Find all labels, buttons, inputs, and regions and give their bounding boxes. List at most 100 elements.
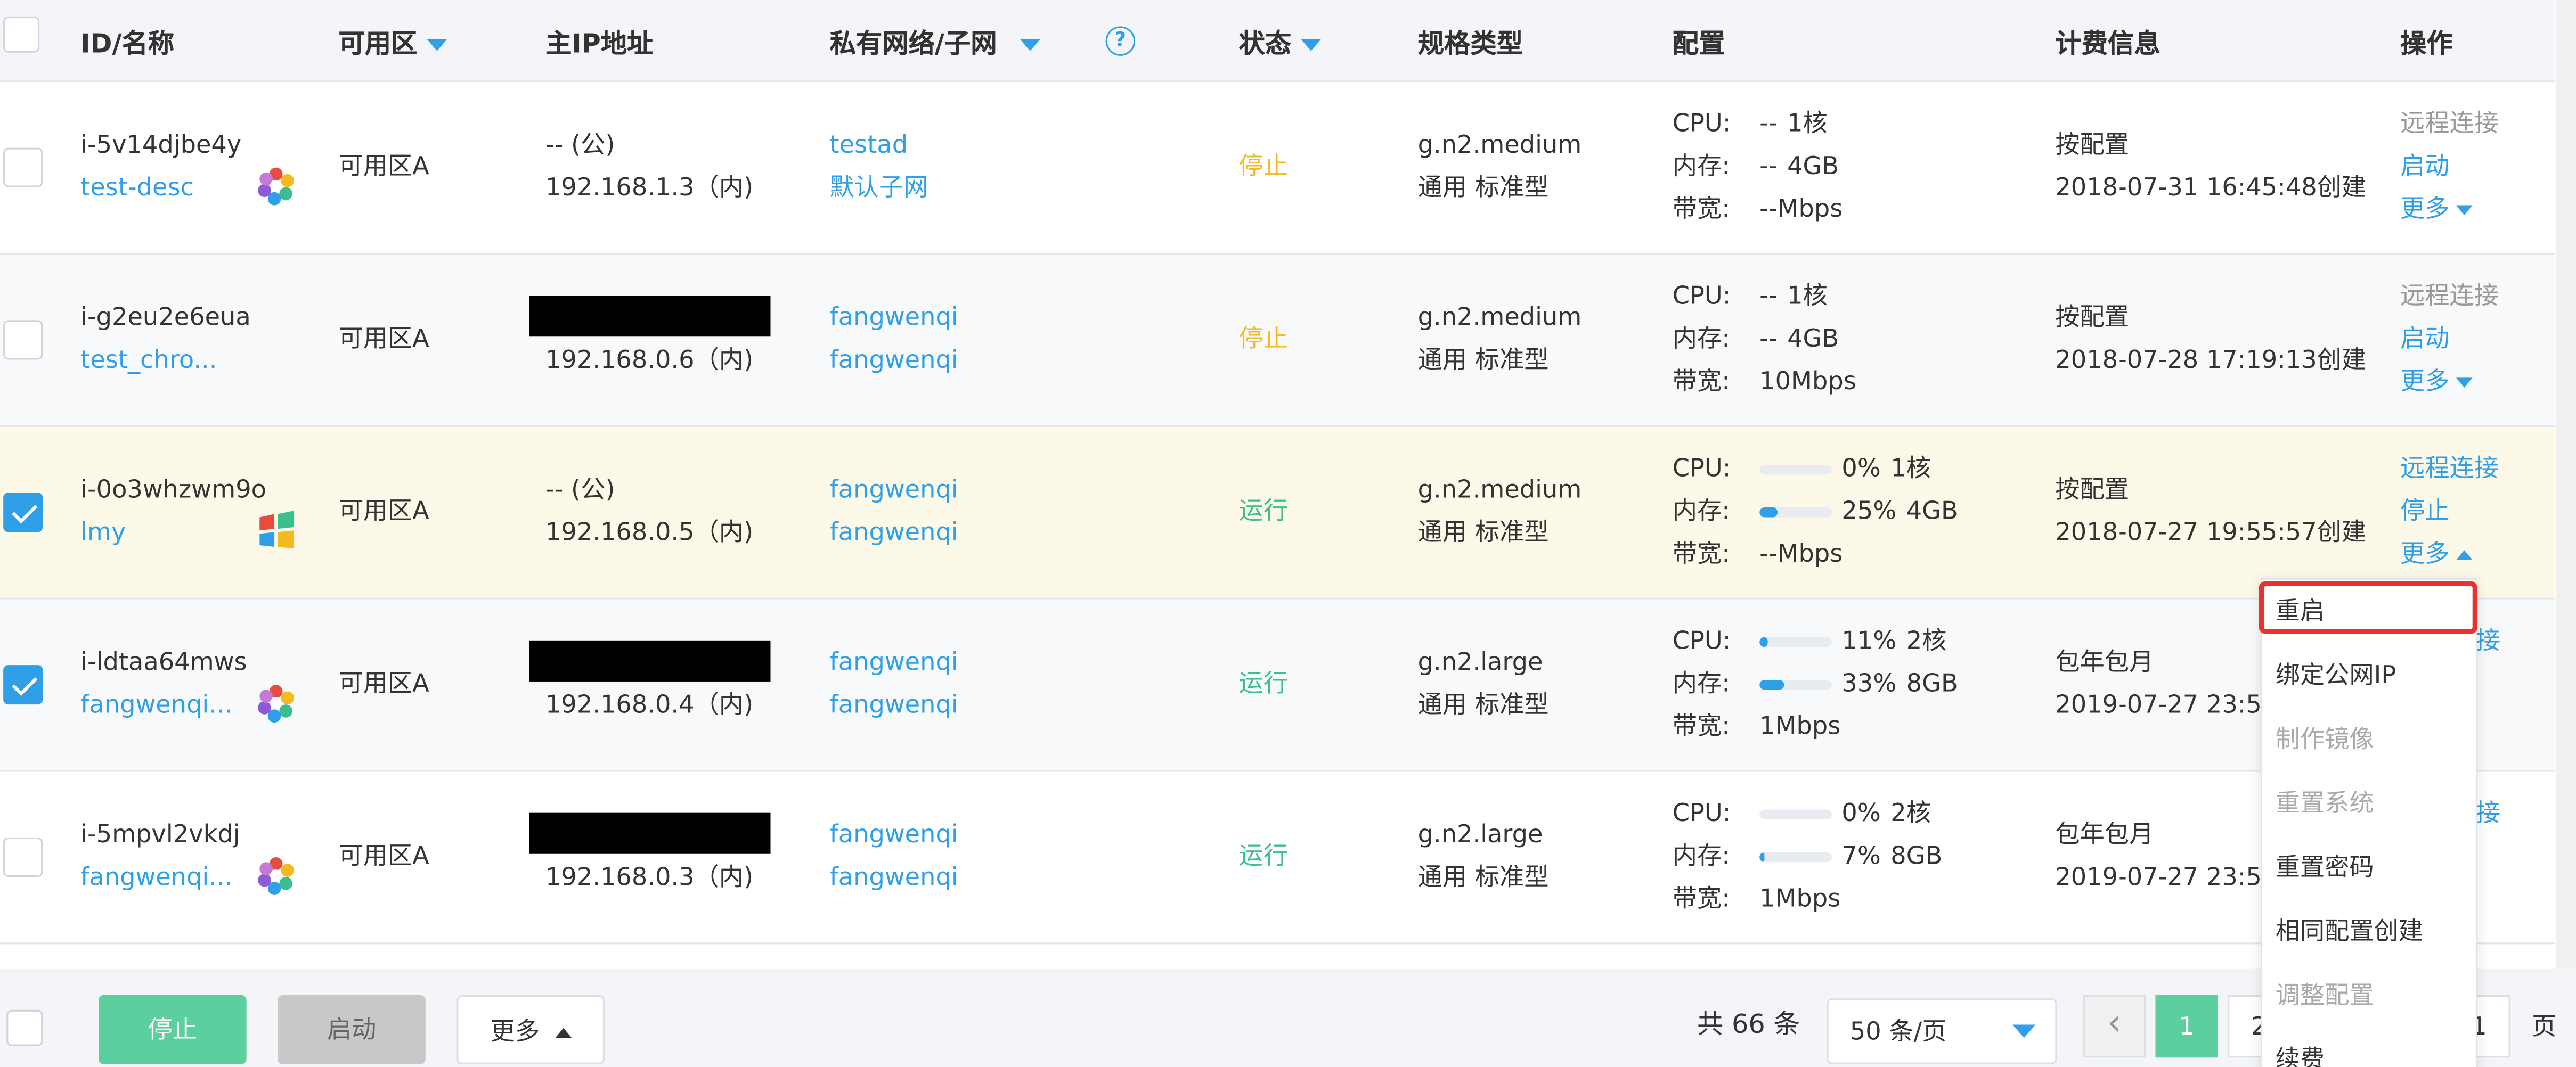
status-badge: 运行 xyxy=(1238,668,1289,698)
subnet-link[interactable]: fangwenqi xyxy=(830,690,958,719)
col-status-label: 状态 xyxy=(1238,28,1292,60)
linux-os-icon xyxy=(255,682,297,731)
menu-item[interactable]: 相同配置创建 xyxy=(2276,913,2424,948)
table-row[interactable]: i-0o3whzwm9o lmy 可用区A -- (公) 192.168.0.5（内) f… xyxy=(0,426,2555,600)
row-checkbox[interactable] xyxy=(3,665,43,705)
vpc-link[interactable]: testad xyxy=(830,130,908,160)
batch-start-button[interactable]: 启动 xyxy=(278,995,426,1064)
table-row[interactable]: i-5mpvl2vkdj fangwenqi... 可用区A 192.168.0.3（… xyxy=(0,771,2555,945)
more-actions-link[interactable]: 更多 xyxy=(2400,194,2473,223)
page-size-select[interactable]: 50 条/页 xyxy=(1827,998,2057,1064)
mem-usage-bar xyxy=(1759,679,1832,689)
status-badge: 停止 xyxy=(1238,151,1289,181)
batch-stop-button[interactable]: 停止 xyxy=(99,995,247,1064)
cpu-usage-bar xyxy=(1759,464,1832,474)
zone-value: 可用区A xyxy=(338,323,429,354)
vpc-link[interactable]: fangwenqi xyxy=(830,819,958,849)
col-zone[interactable]: 可用区 xyxy=(338,21,447,61)
remote-connect-link[interactable]: 远程连接 xyxy=(2400,281,2499,310)
instance-id: i-ldtaa64mws xyxy=(80,647,247,677)
private-ip: 192.168.0.4（内) xyxy=(545,690,754,719)
row-checkbox[interactable] xyxy=(3,147,43,187)
billing-mode: 包年包月 xyxy=(2055,819,2154,849)
menu-item[interactable]: 绑定公网IP xyxy=(2276,657,2396,692)
prev-page-button[interactable]: ‹ xyxy=(2083,995,2146,1058)
cpu-config: CPU: -- 1核 xyxy=(1673,109,1828,138)
more-actions-link[interactable]: 更多 xyxy=(2400,539,2473,568)
table-row[interactable]: i-ldtaa64mws fangwenqi... 可用区A 192.168.0.4（… xyxy=(0,599,2555,772)
table-row[interactable]: i-5v14djbe4y test-desc 可用区A -- (公) 192.168.1… xyxy=(0,82,2555,255)
bw-label: 带宽: xyxy=(1672,883,1730,913)
mem-value: 4GB xyxy=(1787,151,1839,181)
menu-item[interactable]: 重置密码 xyxy=(2276,849,2374,884)
bw-label: 带宽: xyxy=(1672,193,1730,224)
caret-up-icon xyxy=(554,1027,571,1037)
status-filter-icon[interactable] xyxy=(1301,39,1321,51)
start-link[interactable]: 启动 xyxy=(2400,151,2450,181)
instance-name-link[interactable]: fangwenqi... xyxy=(80,690,232,719)
vpc-link[interactable]: fangwenqi xyxy=(830,302,958,332)
stop-link[interactable]: 停止 xyxy=(2400,496,2450,526)
remote-connect-link[interactable]: 远程连接 xyxy=(2400,453,2499,483)
cpu-usage: 11% xyxy=(1841,626,1897,655)
mem-config: 内存: -- 4GB xyxy=(1673,151,1839,181)
instance-name-link[interactable]: test_chro... xyxy=(80,345,217,375)
private-ip: 192.168.1.3（内) xyxy=(545,172,754,202)
vertical-scrollbar[interactable] xyxy=(2556,0,2576,969)
subnet-link[interactable]: fangwenqi xyxy=(830,345,958,375)
row-checkbox[interactable] xyxy=(3,837,43,877)
remote-connect-link[interactable]: 接 xyxy=(2476,798,2500,828)
status-badge: 运行 xyxy=(1238,496,1289,526)
mem-usage: 25% xyxy=(1841,496,1897,526)
redacted-public-ip xyxy=(529,640,771,682)
col-status[interactable]: 状态 xyxy=(1238,21,1321,61)
cpu-usage: -- xyxy=(1759,281,1778,310)
public-ip: -- (公) xyxy=(545,129,615,160)
cpu-label: CPU: xyxy=(1672,281,1731,310)
bw-label: 带宽: xyxy=(1672,711,1730,741)
footer-select-all-checkbox[interactable] xyxy=(6,1009,43,1046)
spec-code: g.n2.medium xyxy=(1417,129,1582,160)
remote-connect-link[interactable]: 接 xyxy=(2476,626,2500,655)
mem-label: 内存: xyxy=(1672,323,1730,354)
spec-code: g.n2.medium xyxy=(1417,474,1582,504)
cpu-usage: 0% xyxy=(1841,798,1881,828)
more-actions-dropdown: 重启 绑定公网IP 制作镜像 重置系统 重置密码 相同配置创建 调整配置 续费 xyxy=(2259,578,2477,1067)
table-row[interactable]: i-g2eu2e6eua test_chro... 可用区A 192.168.0.6（… xyxy=(0,255,2555,427)
batch-more-button[interactable]: 更多 xyxy=(456,995,605,1064)
subnet-link[interactable]: 默认子网 xyxy=(830,173,928,202)
vpc-link[interactable]: fangwenqi xyxy=(830,647,958,677)
spec-code: g.n2.medium xyxy=(1417,302,1582,332)
page-1-button[interactable]: 1 xyxy=(2155,995,2218,1058)
vpc-link[interactable]: fangwenqi xyxy=(830,474,958,504)
col-network[interactable]: 私有网络/子网 xyxy=(830,21,1040,61)
mem-usage-bar xyxy=(1759,851,1832,861)
subnet-link[interactable]: fangwenqi xyxy=(830,518,958,547)
instance-name-link[interactable]: test-desc xyxy=(80,173,194,202)
instance-name-link[interactable]: fangwenqi... xyxy=(80,862,232,892)
bw-value: 10Mbps xyxy=(1759,366,1856,396)
remote-connect-link[interactable]: 远程连接 xyxy=(2400,109,2499,138)
cpu-value: 2核 xyxy=(1890,798,1931,828)
row-checkbox[interactable] xyxy=(3,493,43,532)
highlight-outline xyxy=(2259,581,2477,634)
select-all-checkbox[interactable] xyxy=(3,16,40,53)
help-icon[interactable]: ? xyxy=(1105,26,1136,56)
cpu-label: CPU: xyxy=(1672,453,1731,483)
subnet-link[interactable]: fangwenqi xyxy=(830,862,958,892)
mem-usage-fill xyxy=(1759,679,1783,689)
network-filter-icon[interactable] xyxy=(1020,39,1040,51)
private-ip: 192.168.0.3（内) xyxy=(545,862,754,892)
cpu-usage-bar xyxy=(1759,808,1832,819)
start-link[interactable]: 启动 xyxy=(2400,324,2450,354)
caret-up-icon xyxy=(2456,549,2473,560)
zone-filter-icon[interactable] xyxy=(427,39,447,51)
row-checkbox[interactable] xyxy=(3,320,43,360)
instance-name-link[interactable]: lmy xyxy=(80,518,126,547)
cpu-value: 1核 xyxy=(1890,453,1931,483)
more-actions-link[interactable]: 更多 xyxy=(2400,366,2473,396)
menu-item[interactable]: 续费 xyxy=(2276,1041,2325,1067)
bw-value: --Mbps xyxy=(1759,538,1843,569)
cpu-value: 1核 xyxy=(1787,281,1828,310)
billing-mode: 按配置 xyxy=(2055,474,2130,504)
